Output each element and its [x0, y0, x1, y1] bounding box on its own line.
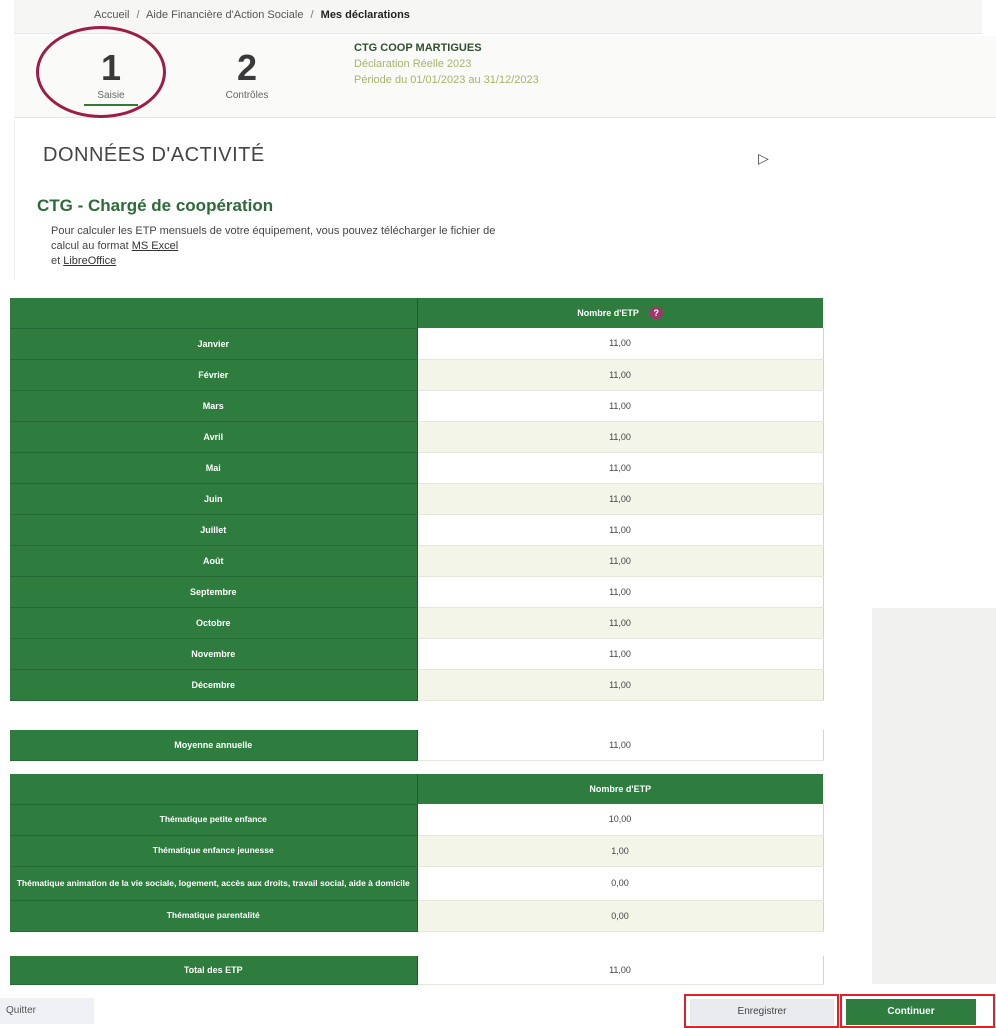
side-panel — [872, 608, 996, 984]
etp-input[interactable]: 1,00 — [417, 835, 824, 867]
row-label: Thématique parentalité — [10, 900, 418, 932]
table-row: Avril 11,00 — [10, 421, 824, 453]
breadcrumb-section[interactable]: Aide Financière d'Action Sociale — [146, 9, 303, 21]
step-number: 1 — [100, 47, 122, 88]
intro-and: et — [51, 255, 61, 267]
table-row: Juillet 11,00 — [10, 514, 824, 546]
row-label: Novembre — [10, 638, 418, 670]
breadcrumb-home[interactable]: Accueil — [94, 9, 129, 21]
row-label: Avril — [10, 421, 418, 453]
table-row: Février 11,00 — [10, 359, 824, 391]
etp-input[interactable]: 11,00 — [417, 669, 824, 701]
total-table: Total des ETP 11,00 — [10, 956, 824, 985]
row-label: Mai — [10, 452, 418, 484]
table-row: Thématique animation de la vie sociale, … — [10, 866, 824, 901]
table-row: Thématique parentalité 0,00 — [10, 900, 824, 932]
etp-input[interactable]: 10,00 — [417, 804, 824, 836]
table-header-row: Nombre d'ETP — [10, 774, 823, 805]
breadcrumb-current: Mes déclarations — [320, 9, 410, 21]
table-header-empty — [10, 298, 418, 329]
etp-input[interactable]: 11,00 — [417, 638, 824, 670]
etp-input[interactable]: 11,00 — [417, 452, 824, 484]
table-row: Juin 11,00 — [10, 483, 824, 515]
total-label: Total des ETP — [10, 956, 418, 985]
etp-input[interactable]: 0,00 — [417, 866, 824, 901]
etp-input[interactable]: 11,00 — [417, 607, 824, 639]
row-label: Juin — [10, 483, 418, 515]
intro-sentence: Pour calculer les ETP mensuels de votre … — [51, 225, 496, 252]
etp-input[interactable]: 11,00 — [417, 576, 824, 608]
declaration-period: Période du 01/01/2023 au 31/12/2023 — [354, 74, 539, 86]
row-label: Octobre — [10, 607, 418, 639]
average-table: Moyenne annuelle 11,00 — [10, 730, 824, 761]
table-row: Thématique petite enfance 10,00 — [10, 804, 824, 836]
column-header-etp: Nombre d'ETP — [417, 774, 823, 804]
step-label: Contrôles — [225, 90, 269, 101]
etp-input[interactable]: 11,00 — [417, 390, 824, 422]
mouse-cursor-icon: ▷ — [758, 150, 769, 166]
breadcrumb: Accueil / Aide Financière d'Action Socia… — [14, 0, 982, 34]
table-header-row: Nombre d'ETP ? — [10, 298, 823, 329]
libreoffice-link[interactable]: LibreOffice — [63, 255, 116, 267]
declaration-info: CTG COOP MARTIGUES Déclaration Réelle 20… — [354, 42, 539, 86]
table-row: Septembre 11,00 — [10, 576, 824, 608]
table-row: Octobre 11,00 — [10, 607, 824, 639]
annotation-box-save — [684, 994, 839, 1028]
average-label: Moyenne annuelle — [10, 730, 418, 761]
etp-input[interactable]: 11,00 — [417, 328, 824, 360]
content-header: DONNÉES D'ACTIVITÉ CTG - Chargé de coopé… — [14, 120, 996, 280]
help-icon[interactable]: ? — [649, 307, 664, 319]
annotation-box-continue — [840, 994, 995, 1028]
row-label: Mars — [10, 390, 418, 422]
declaration-type: Déclaration Réelle 2023 — [354, 58, 472, 70]
declaration-name: CTG COOP MARTIGUES — [354, 42, 482, 54]
row-label: Thématique animation de la vie sociale, … — [10, 866, 418, 901]
row-label: Février — [10, 359, 418, 391]
row-label: Août — [10, 545, 418, 577]
header-area: Accueil / Aide Financière d'Action Socia… — [0, 0, 996, 280]
step-saisie[interactable]: 1 Saisie — [66, 48, 156, 106]
row-label: Décembre — [10, 669, 418, 701]
table-row: Mai 11,00 — [10, 452, 824, 484]
etp-input[interactable]: 11,00 — [417, 359, 824, 391]
intro-text: Pour calculer les ETP mensuels de votre … — [51, 224, 511, 269]
page-title: DONNÉES D'ACTIVITÉ — [43, 144, 265, 166]
etp-input[interactable]: 11,00 — [417, 545, 824, 577]
ms-excel-link[interactable]: MS Excel — [132, 240, 178, 252]
table-row: Total des ETP 11,00 — [10, 956, 824, 985]
etp-input[interactable]: 0,00 — [417, 900, 824, 932]
table-row: Thématique enfance jeunesse 1,00 — [10, 835, 824, 867]
step-controles[interactable]: 2 Contrôles — [202, 47, 292, 102]
table-row: Novembre 11,00 — [10, 638, 824, 670]
breadcrumb-separator: / — [136, 9, 140, 21]
table-row: Décembre 11,00 — [10, 669, 824, 701]
etp-input[interactable]: 11,00 — [417, 483, 824, 515]
table-row: Mars 11,00 — [10, 390, 824, 422]
section-title: CTG - Chargé de coopération — [37, 196, 274, 215]
quit-button[interactable]: Quitter — [0, 998, 94, 1024]
table-row: Août 11,00 — [10, 545, 824, 577]
monthly-etp-table: Nombre d'ETP ? Janvier 11,00 Février 11,00… — [10, 298, 824, 701]
column-header-etp: Nombre d'ETP — [577, 308, 639, 318]
etp-input[interactable]: 11,00 — [417, 514, 824, 546]
table-row: Janvier 11,00 — [10, 328, 824, 360]
stepper: 1 Saisie 2 Contrôles CTG COOP MARTIGUES … — [14, 26, 996, 118]
table-header-cell: Nombre d'ETP ? — [417, 298, 823, 328]
row-label: Juillet — [10, 514, 418, 546]
step-number: 2 — [236, 47, 258, 88]
step-label: Saisie — [84, 90, 138, 106]
table-header-empty — [10, 774, 418, 805]
total-value: 11,00 — [417, 956, 824, 985]
table-row: Moyenne annuelle 11,00 — [10, 730, 824, 761]
row-label: Thématique petite enfance — [10, 804, 418, 836]
etp-input[interactable]: 11,00 — [417, 421, 824, 453]
row-label: Septembre — [10, 576, 418, 608]
breadcrumb-separator: / — [310, 9, 314, 21]
row-label: Janvier — [10, 328, 418, 360]
theme-etp-table: Nombre d'ETP Thématique petite enfance 10… — [10, 774, 824, 932]
row-label: Thématique enfance jeunesse — [10, 835, 418, 867]
average-value: 11,00 — [417, 730, 824, 761]
